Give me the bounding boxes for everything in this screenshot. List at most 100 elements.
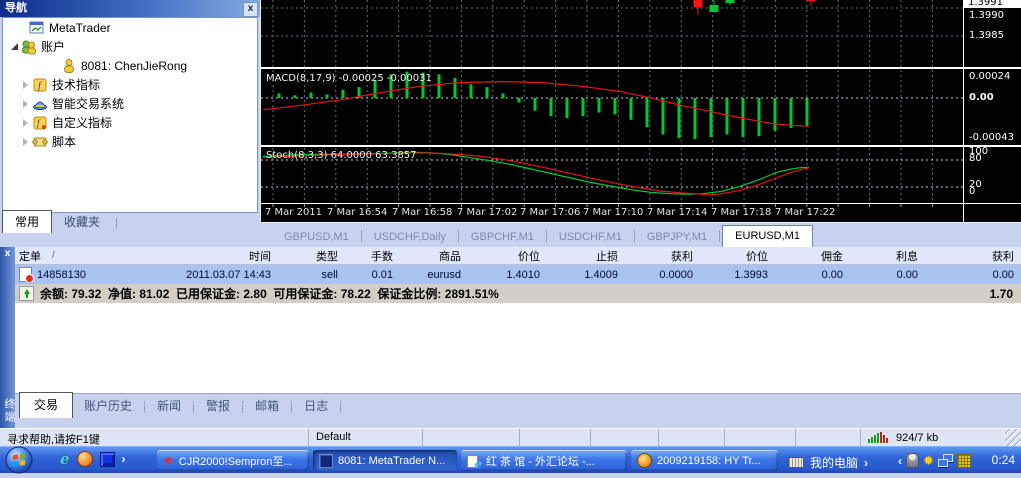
balance-row[interactable]: 余额: 79.32 净值: 81.02 已用保证金: 2.80 可用保证金: 7…	[15, 284, 1021, 303]
column-header-price[interactable]: 价位	[468, 248, 547, 264]
taskbar: e › ❖ CJR2000!Sempron至... 8081: MetaTrad…	[0, 446, 1021, 473]
column-header-type[interactable]: 类型	[278, 248, 345, 264]
order-id: 14858130	[37, 269, 86, 281]
tree-item-account-8081[interactable]: 8081: ChenJieRong	[3, 56, 257, 75]
tab-separator	[116, 218, 117, 229]
navigator-tab-bar: 常用 收藏夹	[2, 212, 121, 233]
status-profile[interactable]: Default	[308, 429, 422, 447]
stoch-scale-tick: 80	[969, 153, 982, 164]
tab-separator	[719, 230, 720, 242]
tree-item-custom-indicators[interactable]: f 自定义指标	[3, 113, 257, 132]
tree-item-label: 8081: ChenJieRong	[77, 59, 187, 73]
tree-expanded-icon[interactable]	[11, 43, 18, 50]
tray-collapse-icon[interactable]: ‹	[898, 454, 902, 468]
tray-robot-icon[interactable]	[906, 453, 919, 468]
metatrader-app-icon	[319, 454, 333, 468]
time-axis: 7 Mar 2011 7 Mar 16:54 7 Mar 16:58 7 Mar…	[261, 204, 963, 222]
custom-indicator-icon: f	[32, 115, 48, 131]
order-commission: 0.00	[775, 269, 850, 281]
column-header-lots[interactable]: 手数	[345, 248, 400, 264]
taskbar-clock[interactable]: 0:24	[992, 453, 1015, 467]
tree-collapsed-icon[interactable]	[23, 119, 28, 127]
chart-tab-gbpchf-m1[interactable]: GBPCHF,M1	[461, 228, 544, 247]
macd-scale-tick: 0.00024	[969, 71, 1010, 82]
chart-tab-gbpusd-m1[interactable]: GBPUSD,M1	[274, 228, 359, 247]
column-header-tp[interactable]: 获利	[625, 248, 700, 264]
navigator-close-icon[interactable]: x	[243, 2, 258, 17]
column-header-price2[interactable]: 价位	[700, 248, 775, 264]
expert-advisor-icon	[32, 96, 48, 112]
column-header-sl[interactable]: 止损	[547, 248, 625, 264]
column-header-time[interactable]: 时间	[110, 248, 278, 264]
order-profit: 0.00	[925, 269, 1021, 281]
window-separator[interactable]	[261, 145, 1021, 147]
tab-account-history[interactable]: 账户历史	[73, 394, 143, 418]
tab-alerts[interactable]: 警报	[195, 394, 241, 418]
chart-area[interactable]: MACD(8,17,9) -0.00025 -0.00031 Stoch(8,3…	[260, 0, 1021, 222]
traffic-bars-icon	[868, 431, 888, 443]
tab-journal[interactable]: 日志	[293, 394, 339, 418]
pinwheel-icon: ❖	[163, 455, 174, 467]
tree-item-label: MetaTrader	[45, 21, 111, 35]
taskbar-button-label: 8081: MetaTrader N...	[338, 455, 445, 467]
time-tick: 7 Mar 17:14	[647, 207, 707, 218]
tree-item-expert-advisors[interactable]: 智能交易系统	[3, 94, 257, 113]
status-pane	[519, 429, 590, 447]
column-header-swap[interactable]: 利息	[850, 248, 925, 264]
tree-collapsed-icon[interactable]	[23, 100, 28, 108]
order-doc-icon	[19, 267, 32, 282]
quicklaunch-chevron-icon[interactable]: ›	[122, 452, 126, 466]
tab-news[interactable]: 新闻	[146, 394, 192, 418]
tree-collapsed-icon[interactable]	[23, 138, 28, 146]
orders-header-row: 定单/ 时间 类型 手数 商品 价位 止损 获利 价位 佣金 利息 获利	[15, 247, 1021, 265]
tab-trade[interactable]: 交易	[19, 392, 73, 418]
script-icon	[32, 134, 48, 150]
tray-star-icon[interactable]: ✹	[923, 454, 934, 467]
column-header-profit[interactable]: 获利	[925, 248, 1021, 264]
time-tick: 7 Mar 17:10	[583, 207, 643, 218]
order-time: 2011.03.07 14:43	[110, 269, 278, 281]
taskbar-button-hy-trader[interactable]: 2009219158: HY Tr...	[631, 450, 778, 471]
order-lots: 0.01	[345, 269, 400, 281]
column-header-commission[interactable]: 佣金	[775, 248, 850, 264]
order-row[interactable]: 14858130 2011.03.07 14:43 sell 0.01 euru…	[15, 265, 1021, 284]
desktop-toolbar[interactable]: 我的电脑 ›	[788, 454, 868, 471]
taskbar-button-forum[interactable]: e 红 茶 馆 - 外汇论坛 -...	[461, 450, 627, 471]
chart-tab-usdchf-m1[interactable]: USDCHF,M1	[549, 228, 632, 247]
show-desktop-icon[interactable]	[100, 452, 115, 467]
chart-tab-usdchf-daily[interactable]: USDCHF,Daily	[364, 228, 456, 247]
column-header-symbol[interactable]: 商品	[400, 248, 468, 264]
toolbar-chevron-icon[interactable]: ›	[864, 456, 868, 470]
resize-grip[interactable]	[1005, 429, 1021, 447]
tree-item-accounts[interactable]: 账户	[3, 37, 257, 56]
tray-network-icon[interactable]	[938, 454, 953, 467]
sort-indicator: /	[52, 250, 55, 261]
column-header-order[interactable]: 定单/	[15, 248, 110, 264]
tab-common[interactable]: 常用	[2, 210, 52, 233]
taskbar-button-label: CJR2000!Sempron至...	[179, 453, 293, 469]
terminal-panel: x 终端 定单/ 时间 类型 手数 商品 价位 止损 获利 价位 佣金 利息 获…	[0, 247, 1021, 428]
tree-item-metatrader[interactable]: MetaTrader	[3, 18, 257, 37]
terminal-close-icon[interactable]: x	[0, 248, 15, 259]
taskbar-button-cjr2000[interactable]: ❖ CJR2000!Sempron至...	[157, 450, 309, 471]
tab-favorites[interactable]: 收藏夹	[52, 211, 112, 233]
messenger-icon[interactable]	[77, 451, 93, 467]
chart-plot[interactable]	[261, 0, 963, 222]
chart-tab-eurusd-m1[interactable]: EURUSD,M1	[722, 225, 813, 247]
chart-tab-gbpjpy-m1[interactable]: GBPJPY,M1	[637, 228, 717, 247]
status-pane	[724, 429, 795, 447]
order-swap: 0.00	[850, 269, 925, 281]
tree-item-indicators[interactable]: f 技术指标	[3, 75, 257, 94]
tab-separator	[242, 401, 243, 413]
tab-mailbox[interactable]: 邮箱	[244, 394, 290, 418]
tree-collapsed-icon[interactable]	[23, 81, 28, 89]
window-separator[interactable]	[261, 67, 1021, 69]
taskbar-button-label: 红 茶 馆 - 外汇论坛 -...	[486, 453, 595, 469]
tree-item-scripts[interactable]: 脚本	[3, 132, 257, 151]
ie-quicklaunch-icon[interactable]: e	[60, 452, 70, 467]
tray-grid-icon[interactable]	[957, 454, 971, 468]
taskbar-button-metatrader[interactable]: 8081: MetaTrader N...	[313, 450, 457, 471]
status-pane	[422, 429, 519, 447]
start-button[interactable]	[4, 446, 34, 478]
desktop-toolbar-label: 我的电脑	[810, 454, 858, 471]
